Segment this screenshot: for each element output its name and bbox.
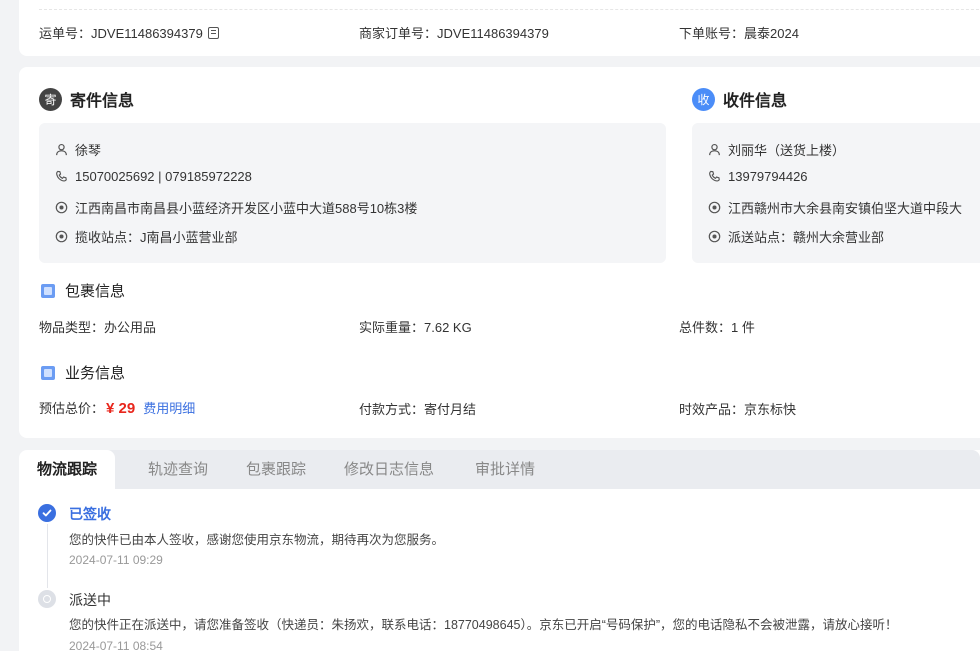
timeline-time: 2024-07-11 08:54 [69,639,163,651]
location-icon [55,201,68,214]
delivery-icon [38,590,56,608]
estimated-price: 预估总价： ¥ 29 费用明细 [39,398,196,417]
payment-method: 付款方式： 寄付月结 [359,402,477,417]
tab-logistics-tracking[interactable]: 物流跟踪 [19,450,115,489]
timeline-description: 您的快件正在派送中，请您准备签收（快递员：朱扬欢，联系电话：1877049864… [69,618,898,632]
waybill-value: JDVE11486394379 [91,26,203,41]
fee-detail-link[interactable]: 费用明细 [143,398,195,417]
sender-phone: 15070025692 | 079185972228 [55,169,252,184]
sender-station: 揽收站点：J南昌小蓝营业部 [55,227,238,246]
phone-icon [709,170,720,182]
business-icon [41,365,55,380]
divider [39,9,980,10]
person-icon [709,143,720,156]
merchant-order-number: 商家订单号：JDVE11486394379 [359,26,549,41]
tracking-tabs: 物流跟踪 轨迹查询 包裹跟踪 修改日志信息 审批详情 [19,450,980,489]
sender-name: 徐琴 [55,140,101,159]
receiver-section-title: 收 收件信息 [692,87,787,111]
location-icon [55,230,68,243]
tracking-card: 物流跟踪 轨迹查询 包裹跟踪 修改日志信息 审批详情 已签收 您的快件已由本人签… [19,450,980,651]
tab-package-tracking[interactable]: 包裹跟踪 [246,450,306,489]
item-type: 物品类型： 办公用品 [39,320,157,335]
receiver-name: 刘丽华（送货上楼） [708,140,845,159]
timeline-status: 已签收 [69,506,111,522]
package-section-title: 包裹信息 [41,280,125,301]
tab-trajectory-query[interactable]: 轨迹查询 [148,450,208,489]
receiver-station: 派送站点：赣州大余营业部 [708,227,884,246]
sender-info-box: 徐琴 15070025692 | 079185972228 江西南昌市南昌县小蓝… [39,123,666,263]
sender-section-title: 寄 寄件信息 [39,87,134,111]
package-icon [41,283,55,298]
tab-approval-details[interactable]: 审批详情 [475,450,535,489]
person-icon [56,143,67,156]
receiver-badge: 收 [692,87,715,111]
piece-count: 总件数： 1 件 [679,320,755,335]
actual-weight: 实际重量： 7.62 KG [359,320,472,335]
timeline-description: 您的快件已由本人签收，感谢您使用京东物流，期待再次为您服务。 [69,533,445,547]
timeline-time: 2024-07-11 09:29 [69,553,163,567]
tab-modification-log[interactable]: 修改日志信息 [344,450,434,489]
waybill-number: 运单号：JDVE11486394379 [39,23,219,42]
timeline-status: 派送中 [69,592,111,608]
order-account: 下单账号：晨泰2024 [679,26,799,41]
sender-badge: 寄 [39,87,62,111]
receiver-phone: 13979794426 [708,169,808,184]
sender-address: 江西南昌市南昌县小蓝经济开发区小蓝中大道588号10栋3楼 [55,198,417,217]
receiver-info-box: 刘丽华（送货上楼） 13979794426 江西赣州市大余县南安镇伯坚大道中段大… [692,123,980,263]
service-product: 时效产品： 京东标快 [679,402,797,417]
location-icon [708,230,721,243]
business-section-title: 业务信息 [41,362,125,383]
price-value: ¥ 29 [106,400,136,417]
receiver-address: 江西赣州市大余县南安镇伯坚大道中段大 [708,198,962,217]
location-icon [708,201,721,214]
shipment-info-card: 寄 寄件信息 徐琴 15070025692 | 079185972228 江西南… [19,67,980,438]
phone-icon [56,170,67,182]
timeline-connector [47,524,48,588]
check-icon [38,504,56,522]
order-summary-card: 运单号：JDVE11486394379 商家订单号：JDVE1148639437… [19,0,980,56]
copy-icon[interactable] [207,27,219,39]
